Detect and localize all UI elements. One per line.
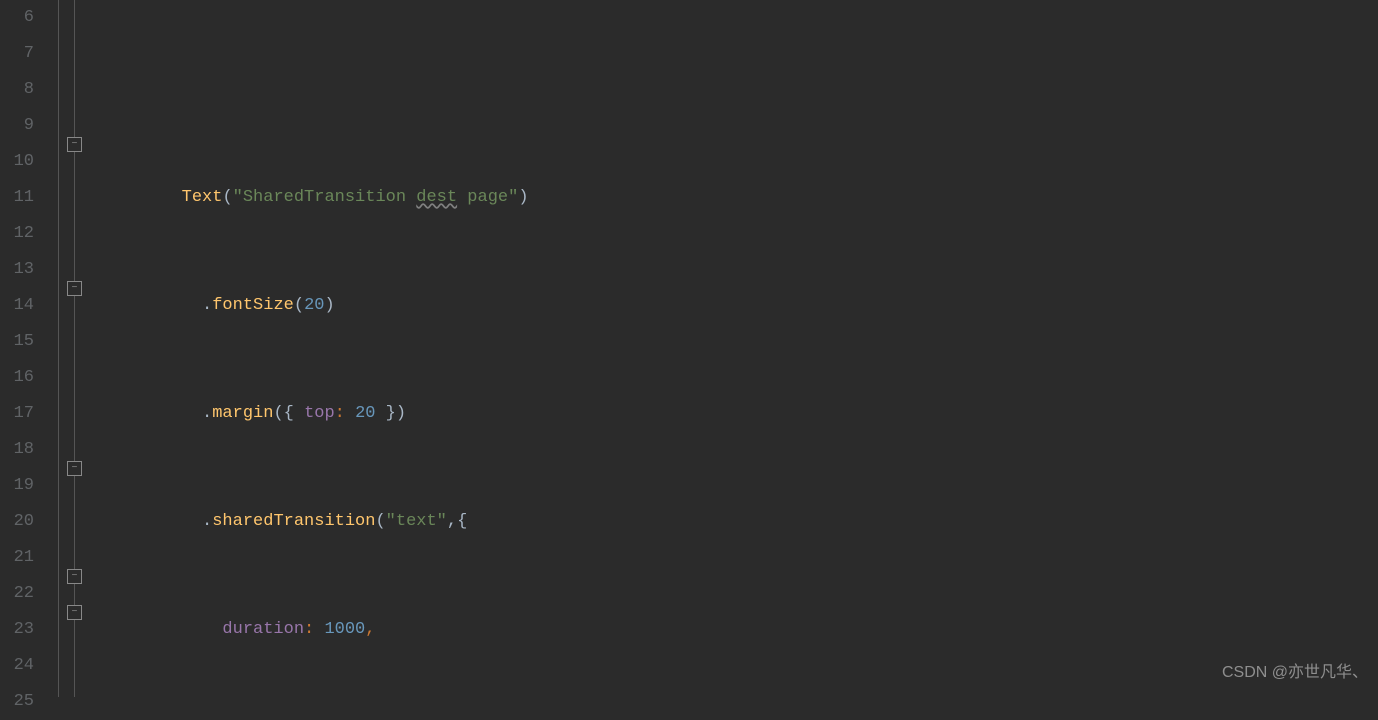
code-line: .fontSize(20) bbox=[100, 288, 1378, 324]
line-number: 16 bbox=[0, 360, 34, 396]
line-number: 22 bbox=[0, 576, 34, 612]
fold-collapse-icon[interactable]: − bbox=[67, 461, 82, 476]
line-number: 15 bbox=[0, 324, 34, 360]
line-number-gutter: 6 7 8 9 10 11 12 13 14 15 16 17 18 19 20… bbox=[0, 0, 48, 697]
line-number: 6 bbox=[0, 0, 34, 36]
line-number: 17 bbox=[0, 396, 34, 432]
line-number: 18 bbox=[0, 432, 34, 468]
line-number: 9 bbox=[0, 108, 34, 144]
watermark-text: CSDN @亦世凡华、 bbox=[1222, 655, 1368, 691]
fold-collapse-icon[interactable]: − bbox=[67, 569, 82, 584]
line-number: 19 bbox=[0, 468, 34, 504]
line-number: 25 bbox=[0, 684, 34, 720]
line-number: 8 bbox=[0, 72, 34, 108]
line-number: 20 bbox=[0, 504, 34, 540]
code-line bbox=[100, 72, 1378, 108]
fold-gutter: − − − − − bbox=[48, 0, 96, 697]
line-number: 13 bbox=[0, 252, 34, 288]
code-line: Text("SharedTransition dest page") bbox=[100, 180, 1378, 216]
line-number: 10 bbox=[0, 144, 34, 180]
fold-guide-line bbox=[58, 0, 59, 697]
code-editor[interactable]: 6 7 8 9 10 11 12 13 14 15 16 17 18 19 20… bbox=[0, 0, 1378, 697]
fold-collapse-icon[interactable]: − bbox=[67, 281, 82, 296]
line-number: 7 bbox=[0, 36, 34, 72]
line-number: 23 bbox=[0, 612, 34, 648]
line-number: 24 bbox=[0, 648, 34, 684]
line-number: 14 bbox=[0, 288, 34, 324]
fold-collapse-icon[interactable]: − bbox=[67, 137, 82, 152]
fold-collapse-icon[interactable]: − bbox=[67, 605, 82, 620]
line-number: 12 bbox=[0, 216, 34, 252]
line-number: 11 bbox=[0, 180, 34, 216]
code-line: .sharedTransition("text",{ bbox=[100, 504, 1378, 540]
code-area[interactable]: Text("SharedTransition dest page") .font… bbox=[96, 0, 1378, 697]
code-line: duration: 1000, bbox=[100, 612, 1378, 648]
line-number: 21 bbox=[0, 540, 34, 576]
fold-guide-line bbox=[74, 0, 75, 697]
code-line: .margin({ top: 20 }) bbox=[100, 396, 1378, 432]
